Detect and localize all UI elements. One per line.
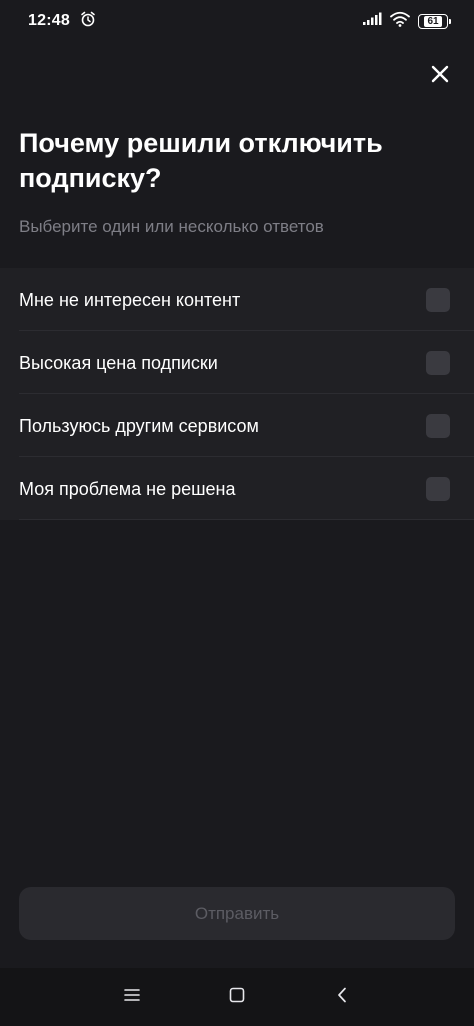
close-button[interactable] — [424, 60, 456, 92]
home-icon — [229, 987, 245, 1008]
back-button[interactable] — [322, 977, 362, 1017]
option-row-price[interactable]: Высокая цена подписки — [0, 331, 474, 394]
submit-label: Отправить — [194, 903, 280, 923]
back-icon — [336, 987, 348, 1008]
status-time: 12:48 — [28, 12, 70, 29]
battery-icon: 61 — [418, 13, 451, 29]
checkbox[interactable] — [426, 350, 450, 375]
option-label: Мне не интересен контент — [19, 289, 241, 310]
option-row-problem-unsolved[interactable]: Моя проблема не решена — [0, 457, 474, 520]
submit-button[interactable]: Отправить — [19, 887, 455, 940]
option-row-content[interactable]: Мне не интересен контент — [0, 268, 474, 331]
checkbox[interactable] — [426, 413, 450, 438]
screen: 12:48 61 Почему решили отключить подписк… — [0, 0, 474, 1026]
wifi-icon — [390, 11, 410, 32]
close-icon — [431, 65, 449, 88]
options-list: Мне не интересен контент Высокая цена по… — [0, 268, 474, 520]
option-label: Моя проблема не решена — [19, 478, 236, 499]
option-row-other-service[interactable]: Пользуюсь другим сервисом — [0, 394, 474, 457]
checkbox[interactable] — [426, 476, 450, 501]
battery-level: 61 — [424, 15, 442, 27]
option-label: Высокая цена подписки — [19, 352, 218, 373]
status-left: 12:48 — [28, 11, 96, 32]
status-bar: 12:48 61 — [0, 0, 474, 42]
home-button[interactable] — [217, 977, 257, 1017]
option-label: Пользуюсь другим сервисом — [19, 415, 259, 436]
menu-icon — [124, 988, 141, 1007]
menu-button[interactable] — [112, 977, 152, 1017]
signal-icon — [362, 12, 382, 31]
checkbox[interactable] — [426, 287, 450, 312]
navigation-bar — [0, 968, 474, 1026]
page-title: Почему решили отключить подписку? — [19, 128, 383, 193]
status-right: 61 — [362, 11, 451, 32]
alarm-icon — [80, 11, 96, 32]
page-subtitle: Выберите один или несколько ответов — [19, 217, 324, 236]
